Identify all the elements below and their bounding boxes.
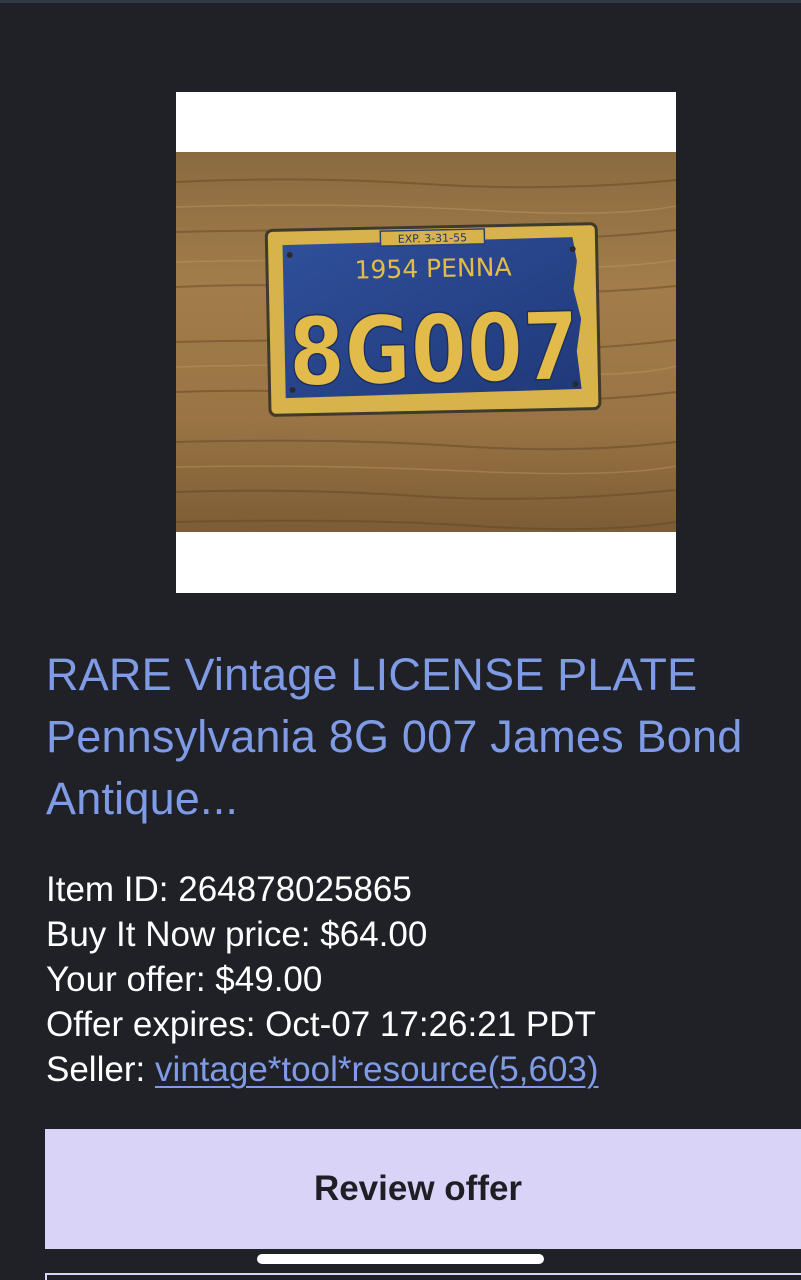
your-offer-value: $49.00 <box>215 960 323 999</box>
buy-it-now-row: Buy It Now price: $64.00 <box>46 912 786 957</box>
plate-number: 8G007 <box>288 293 580 408</box>
offer-details: Item ID: 264878025865 Buy It Now price: … <box>46 867 786 1092</box>
offer-expires-value: Oct-07 17:26:21 PDT <box>265 1005 596 1044</box>
item-title-link[interactable]: RARE Vintage LICENSE PLATE Pennsylvania … <box>46 644 786 830</box>
status-bar-strip <box>0 0 801 3</box>
seller-link[interactable]: vintage*tool*resource(5,603) <box>155 1050 599 1089</box>
item-photo[interactable]: EXP. 3-31-55 1954 PENNA 8G007 <box>176 92 676 593</box>
review-offer-button[interactable]: Review offer <box>45 1129 801 1249</box>
license-plate-image: EXP. 3-31-55 1954 PENNA 8G007 <box>176 152 676 593</box>
buy-it-now-label: Buy It Now price: <box>46 915 321 954</box>
offer-screen: EXP. 3-31-55 1954 PENNA 8G007 RARE Vinta… <box>0 0 801 1280</box>
offer-expires-row: Offer expires: Oct-07 17:26:21 PDT <box>46 1002 786 1047</box>
buy-it-now-value: $64.00 <box>320 915 428 954</box>
home-indicator[interactable] <box>257 1254 544 1264</box>
item-id-label: Item ID: <box>46 870 179 909</box>
plate-expiration: EXP. 3-31-55 <box>398 231 468 245</box>
plate-year-state: 1954 PENNA <box>354 252 512 284</box>
item-id-row: Item ID: 264878025865 <box>46 867 786 912</box>
seller-label: Seller: <box>46 1050 155 1089</box>
your-offer-row: Your offer: $49.00 <box>46 957 786 1002</box>
license-plate: EXP. 3-31-55 1954 PENNA 8G007 <box>264 222 602 417</box>
seller-row: Seller: vintage*tool*resource(5,603) <box>46 1047 786 1092</box>
item-id-value: 264878025865 <box>178 870 412 909</box>
your-offer-label: Your offer: <box>46 960 216 999</box>
secondary-button-outline[interactable] <box>45 1273 801 1280</box>
offer-expires-label: Offer expires: <box>46 1005 266 1044</box>
